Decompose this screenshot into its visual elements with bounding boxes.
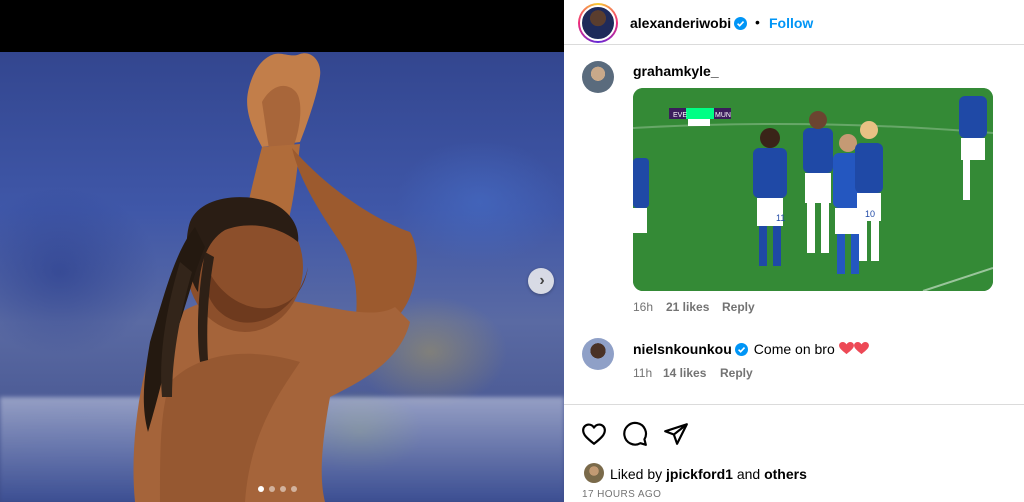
instagram-post-view: › alexanderiwobi • Follow grahamkyle_ EV…: [0, 0, 1024, 502]
comment-time: 11h: [633, 366, 653, 380]
carousel-dot: [291, 486, 297, 492]
comment-body: nielsnkounkou Come on bro: [633, 341, 869, 357]
carousel-next-button[interactable]: ›: [528, 268, 554, 294]
carousel-dot: [280, 486, 286, 492]
comment-username[interactable]: grahamkyle_: [633, 63, 719, 79]
comment-icon[interactable]: [622, 421, 648, 447]
shirt-number: 10: [865, 209, 875, 219]
header-separator: •: [755, 14, 760, 30]
comment-likes[interactable]: 21 likes: [666, 300, 709, 314]
comment-username[interactable]: nielsnkounkou: [633, 341, 732, 357]
comment-text: Come on bro: [753, 341, 835, 357]
score-away: MUN: [715, 112, 731, 119]
post-photo: [0, 52, 564, 502]
comment-reply-button[interactable]: Reply: [720, 366, 753, 380]
follow-button[interactable]: Follow: [769, 15, 813, 31]
verified-icon: [734, 17, 748, 30]
author-avatar[interactable]: [578, 3, 618, 43]
carousel-dot: [258, 486, 264, 492]
comment-likes[interactable]: 14 likes: [663, 366, 706, 380]
shirt-number: 11: [776, 213, 785, 223]
post-side-panel: alexanderiwobi • Follow grahamkyle_ EVE …: [564, 0, 1024, 502]
carousel-indicator: [258, 486, 297, 492]
chevron-right-icon: ›: [539, 272, 545, 289]
post-media: ›: [0, 0, 564, 502]
liked-by-others[interactable]: others: [764, 466, 807, 482]
liked-by-prefix: Liked by: [610, 466, 663, 482]
player-figure: [133, 53, 417, 502]
post-timestamp[interactable]: 17 HOURS AGO: [582, 489, 661, 500]
author-username[interactable]: alexanderiwobi: [630, 15, 731, 31]
red-heart-emoji: [838, 342, 854, 355]
carousel-dot: [269, 486, 275, 492]
comments-list[interactable]: grahamkyle_ EVE MUN 11 10 16h 21 likes R…: [564, 46, 1024, 404]
commenter-avatar[interactable]: [582, 338, 614, 370]
comment-time: 16h: [633, 300, 654, 314]
heart-icon[interactable]: [581, 421, 607, 447]
score-home: EVE: [673, 112, 687, 119]
share-icon[interactable]: [663, 421, 689, 447]
post-actions: Liked by jpickford1 and others 17 HOURS …: [564, 404, 1024, 502]
comment-gif[interactable]: EVE MUN 11 10: [633, 88, 993, 291]
red-heart-emoji: [853, 342, 869, 355]
commenter-avatar[interactable]: [582, 61, 614, 93]
comment-reply-button[interactable]: Reply: [722, 300, 755, 314]
liked-by-joiner: and: [736, 466, 761, 482]
liker-avatar[interactable]: [584, 463, 604, 483]
liked-by-user[interactable]: jpickford1: [666, 466, 733, 482]
verified-icon: [734, 343, 748, 356]
liked-by-summary: Liked by jpickford1 and others: [610, 466, 807, 482]
post-header: alexanderiwobi • Follow: [564, 0, 1024, 45]
celebration-gif-image: EVE MUN 11 10: [633, 88, 993, 291]
